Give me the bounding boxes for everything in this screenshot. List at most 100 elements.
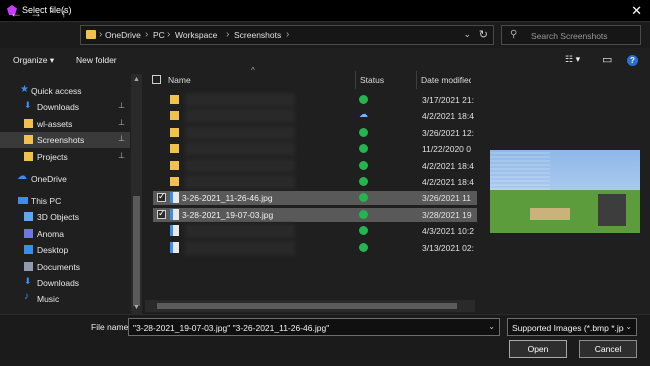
image-file-icon xyxy=(170,241,179,253)
redacted-file-name xyxy=(185,158,295,173)
up-icon[interactable]: ↑ xyxy=(61,6,67,20)
search-input[interactable]: Search Screenshots xyxy=(531,31,608,41)
cloud-status-icon: ☁ xyxy=(359,109,368,120)
file-name-label: File name: xyxy=(91,322,131,332)
folder-icon xyxy=(24,135,33,144)
open-button[interactable]: Open xyxy=(509,340,567,358)
file-row[interactable]: 3/17/2021 21: xyxy=(153,93,477,107)
file-row[interactable]: ☁ 4/2/2021 18:4 xyxy=(153,109,477,124)
sidebar-item-downloads[interactable]: ⬇ Downloads ⊥ xyxy=(0,99,130,115)
breadcrumb-separator: › xyxy=(145,29,149,40)
sidebar-item-quick-access[interactable]: ★ Quick access xyxy=(0,83,130,99)
sidebar-item-label: Screenshots xyxy=(37,135,85,145)
folder-icon xyxy=(24,152,33,161)
redacted-file-name xyxy=(185,125,295,140)
address-bar[interactable]: › OneDrive › PC › Workspace › Screenshot… xyxy=(80,25,494,45)
file-row[interactable]: 3/13/2021 02: xyxy=(153,240,477,255)
pc-icon xyxy=(18,197,28,204)
redacted-file-name xyxy=(185,240,295,255)
sidebar-item-downloads-pc[interactable]: ⬇ Downloads xyxy=(0,275,130,291)
synced-status-icon xyxy=(359,226,368,236)
help-icon[interactable]: ? xyxy=(627,55,638,66)
close-icon[interactable]: ✕ xyxy=(631,3,642,19)
cancel-button[interactable]: Cancel xyxy=(579,340,637,358)
file-row[interactable]: 3-28-2021_19-07-03.jpg 3/28/2021 19 xyxy=(153,207,477,222)
view-options-icon[interactable]: ☷ ▾ xyxy=(565,54,580,65)
sidebar-item-projects[interactable]: Projects ⊥ xyxy=(0,149,130,165)
breadcrumb-pc[interactable]: PC xyxy=(153,30,165,40)
sidebar-item-label: Anoma xyxy=(37,229,64,239)
pin-icon[interactable]: ⊥ xyxy=(118,118,125,127)
forward-icon[interactable]: → xyxy=(30,6,42,20)
date-modified: 3/17/2021 21: xyxy=(422,95,474,105)
column-header-name[interactable]: Name xyxy=(168,75,191,93)
scrollbar-thumb[interactable] xyxy=(157,303,457,309)
sidebar-item-screenshots[interactable]: Screenshots ⊥ xyxy=(0,132,130,148)
date-modified: 4/3/2021 10:2 xyxy=(422,226,474,237)
sidebar-item-documents[interactable]: Documents xyxy=(0,259,130,275)
pin-icon[interactable]: ⊥ xyxy=(118,151,125,160)
synced-status-icon xyxy=(359,95,368,104)
file-row[interactable]: 11/22/2020 0 xyxy=(153,142,477,157)
sidebar-item-anoma[interactable]: Anoma xyxy=(0,226,130,242)
cloud-icon: ☁ xyxy=(17,171,27,182)
preview-overlay xyxy=(490,150,550,190)
scrollbar-thumb[interactable] xyxy=(133,196,140,306)
column-header-status[interactable]: Status xyxy=(360,75,384,93)
file-name: 3-28-2021_19-07-03.jpg xyxy=(182,209,274,220)
preview-path xyxy=(530,208,570,220)
synced-status-icon xyxy=(359,144,368,154)
scroll-up-icon[interactable]: ▲ xyxy=(133,76,140,83)
pin-icon[interactable]: ⊥ xyxy=(118,101,125,110)
sidebar-item-3d-objects[interactable]: 3D Objects xyxy=(0,209,130,225)
folder-icon xyxy=(86,30,96,39)
preview-pane-icon[interactable]: ▭ xyxy=(602,53,612,66)
sidebar-item-desktop[interactable]: Desktop xyxy=(0,242,130,258)
refresh-icon[interactable]: ↻ xyxy=(479,28,488,41)
chevron-down-icon[interactable]: ⌄ xyxy=(488,322,495,331)
horizontal-scrollbar[interactable] xyxy=(145,300,475,312)
sidebar-item-music[interactable]: ♪ Music xyxy=(0,291,130,307)
column-divider[interactable] xyxy=(416,71,417,89)
download-icon: ⬇ xyxy=(24,276,32,286)
scroll-down-icon[interactable]: ▼ xyxy=(133,304,140,311)
new-folder-button[interactable]: New folder xyxy=(76,55,117,65)
sidebar-item-label: Desktop xyxy=(37,245,69,255)
sidebar-item-label: Downloads xyxy=(37,278,80,288)
row-checkbox[interactable] xyxy=(157,191,166,203)
sidebar-item-this-pc[interactable]: This PC xyxy=(0,193,130,209)
column-divider[interactable] xyxy=(355,71,356,89)
redacted-file-name xyxy=(185,93,295,107)
breadcrumb-onedrive[interactable]: OneDrive xyxy=(105,30,141,40)
row-checkbox[interactable] xyxy=(157,208,166,219)
sidebar-scrollbar[interactable]: ▲ ▼ xyxy=(131,74,142,314)
sidebar-item-onedrive[interactable]: ☁ OneDrive xyxy=(0,171,130,187)
sidebar-item-label: OneDrive xyxy=(31,174,67,184)
file-name-input[interactable]: "3-28-2021_19-07-03.jpg" "3-26-2021_11-2… xyxy=(128,318,500,336)
organize-button[interactable]: Organize ▾ xyxy=(13,55,54,66)
pin-icon[interactable]: ⊥ xyxy=(118,134,125,143)
search-box[interactable]: ⚲ Search Screenshots xyxy=(501,25,641,45)
sidebar-item-label: This PC xyxy=(31,196,62,206)
file-row[interactable]: 3/26/2021 12: xyxy=(153,125,477,140)
column-header-date[interactable]: Date modified xyxy=(421,75,471,93)
select-all-checkbox[interactable] xyxy=(152,75,161,84)
file-row[interactable]: 3-26-2021_11-26-46.jpg 3/26/2021 11 xyxy=(153,191,477,206)
desktop-icon xyxy=(24,245,33,254)
file-type-select[interactable]: Supported Images (*.bmp *.jpg ⌄ xyxy=(507,318,637,336)
file-row[interactable]: 4/2/2021 18:4 xyxy=(153,158,477,173)
file-row[interactable]: 4/3/2021 10:2 xyxy=(153,224,477,239)
chevron-down-icon[interactable]: ⌄ xyxy=(625,322,632,331)
sidebar-item-wl-assets[interactable]: wl-assets ⊥ xyxy=(0,116,130,132)
breadcrumb-separator: › xyxy=(167,29,171,40)
chevron-down-icon[interactable]: ⌄ xyxy=(463,29,471,40)
recent-locations-dropdown-icon[interactable]: ⌄ xyxy=(48,4,56,15)
folder-icon xyxy=(24,119,33,128)
download-icon: ⬇ xyxy=(24,100,32,110)
breadcrumb-separator: › xyxy=(286,29,290,40)
back-icon[interactable]: ← xyxy=(10,6,22,20)
date-modified: 11/22/2020 0 xyxy=(422,144,471,155)
file-row[interactable]: 4/2/2021 18:4 xyxy=(153,175,477,189)
breadcrumb-workspace[interactable]: Workspace xyxy=(175,30,217,40)
breadcrumb-screenshots[interactable]: Screenshots xyxy=(234,30,281,40)
